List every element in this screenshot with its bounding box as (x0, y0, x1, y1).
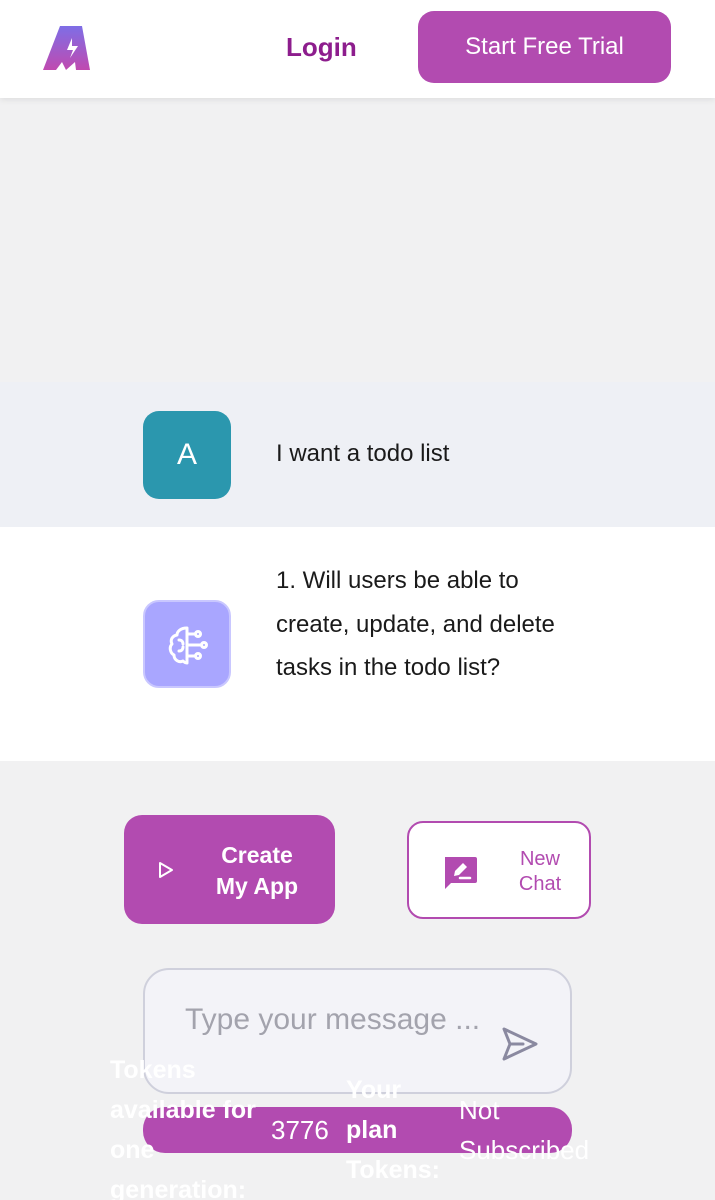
chat-row-assistant: 1. Will users be able to create, update,… (0, 527, 715, 761)
play-icon (159, 862, 173, 878)
plan-status-value: Not Subscribed (459, 1095, 590, 1165)
page: Login Start Free Trial A I want a todo l… (0, 0, 715, 1200)
logo-icon[interactable] (42, 24, 92, 72)
new-chat-button[interactable]: New Chat (407, 821, 591, 919)
chat-row-user: A I want a todo list (0, 382, 715, 527)
login-link[interactable]: Login (286, 30, 357, 64)
plan-tokens-label: Your plan Tokens: (346, 1076, 440, 1184)
brain-circuit-icon (168, 626, 208, 665)
create-my-app-label: Create My App (215, 842, 299, 899)
create-my-app-button[interactable]: Create My App (124, 815, 335, 924)
user-message: I want a todo list (276, 440, 450, 467)
tokens-available-label: Tokens available for one generation: (110, 1056, 256, 1200)
new-chat-icon (445, 857, 477, 889)
user-avatar: A (143, 411, 231, 499)
top-header: Login Start Free Trial (0, 0, 715, 98)
new-chat-label: New Chat (518, 848, 562, 895)
send-icon[interactable] (501, 1026, 539, 1062)
assistant-avatar (143, 600, 231, 688)
tokens-available-value: 3776 (271, 1115, 329, 1145)
start-free-trial-button[interactable]: Start Free Trial (418, 11, 671, 83)
assistant-message: 1. Will users be able to create, update,… (276, 567, 555, 681)
